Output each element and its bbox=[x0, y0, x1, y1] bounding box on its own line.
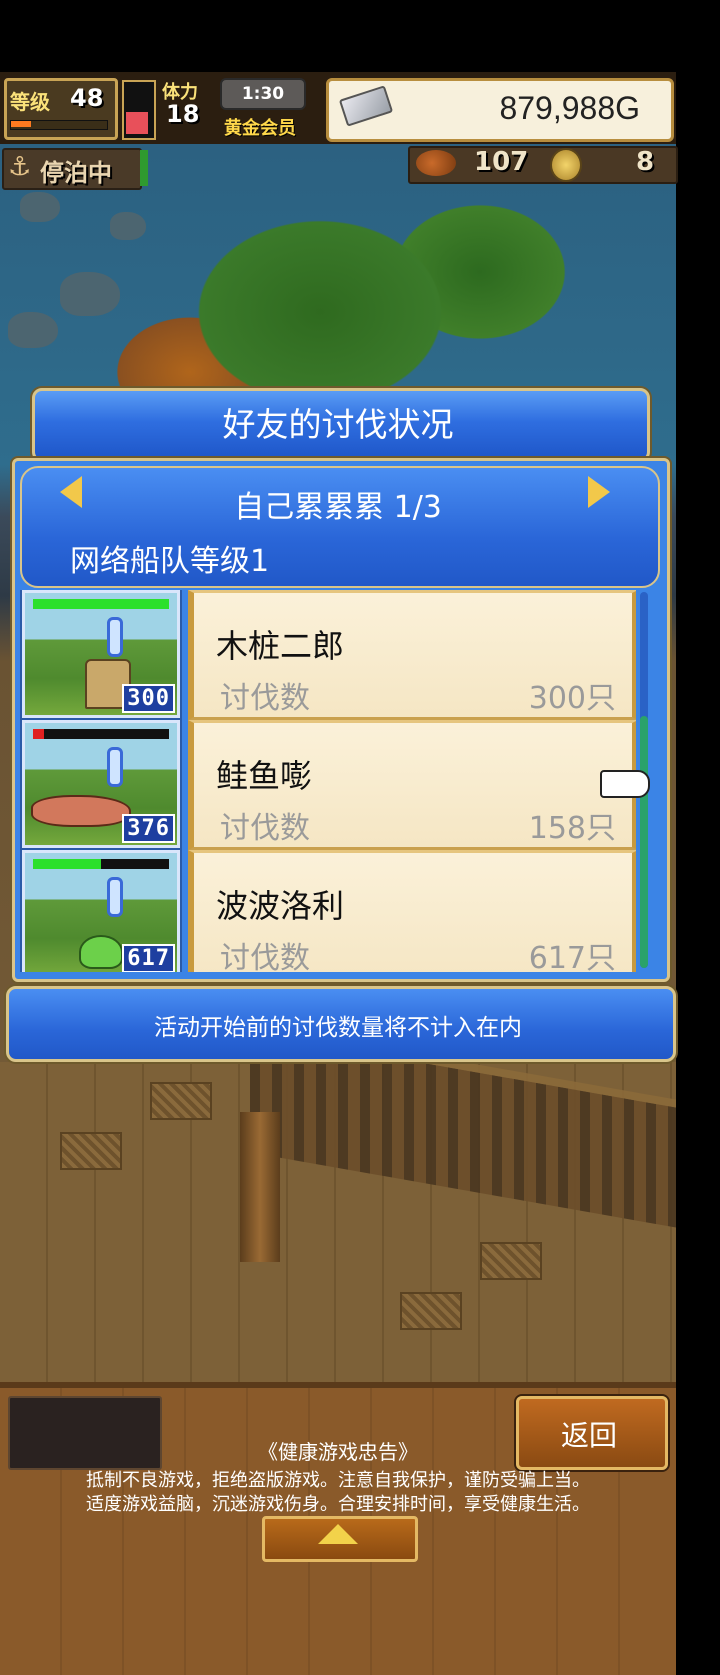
monster-name: 木桩二郎 bbox=[216, 627, 345, 665]
subjugation-list[interactable]: 300 木桩二郎 讨伐数 300只 376 鲑鱼嘭 讨伐数 158只 617 波… bbox=[20, 590, 636, 972]
monster-card: 波波洛利 讨伐数 617只 bbox=[188, 850, 636, 972]
monster-name: 鲑鱼嘭 bbox=[216, 757, 313, 795]
coin-icon bbox=[550, 148, 582, 182]
slime-monster-icon bbox=[79, 935, 123, 969]
deck-crate bbox=[400, 1292, 462, 1330]
subjugation-label: 讨伐数 bbox=[220, 941, 310, 972]
stamina-timer: 1:30 bbox=[220, 78, 306, 110]
list-item[interactable]: 376 鲑鱼嘭 讨伐数 158只 bbox=[20, 720, 636, 850]
monster-thumbnail: 617 bbox=[22, 850, 180, 972]
salmon-monster-icon bbox=[31, 795, 131, 827]
rock bbox=[60, 272, 120, 316]
monster-card: 鲑鱼嘭 讨伐数 158只 bbox=[188, 720, 636, 850]
modal-title: 好友的讨伐状况 bbox=[222, 405, 454, 444]
monster-count-badge: 617 bbox=[122, 944, 175, 972]
list-item[interactable]: 300 木桩二郎 讨伐数 300只 bbox=[20, 590, 636, 720]
triangle-up-icon bbox=[318, 1524, 358, 1544]
stamina-value: 18 bbox=[166, 100, 200, 128]
subjugation-label: 讨伐数 bbox=[220, 681, 310, 716]
deck-crate bbox=[60, 1132, 122, 1170]
anchor-icon: ⚓ bbox=[8, 152, 32, 182]
list-scrollbar-thumb[interactable] bbox=[640, 716, 648, 968]
health-advice-line: 抵制不良游戏，拒绝盗版游戏。注意自我保护，谨防受骗上当。 bbox=[86, 1470, 590, 1491]
dock-indicator bbox=[140, 150, 148, 186]
food-count: 107 bbox=[474, 147, 529, 177]
hp-bar-fill bbox=[33, 859, 101, 869]
monster-name: 波波洛利 bbox=[216, 887, 345, 925]
fleet-level: 网络船队等级1 bbox=[70, 544, 270, 579]
stamina-gauge-fill bbox=[126, 112, 148, 134]
rock bbox=[110, 212, 146, 240]
exclamation-icon bbox=[107, 617, 123, 657]
monster-thumbnail: 300 bbox=[22, 590, 180, 718]
monster-count-badge: 376 bbox=[122, 814, 175, 843]
gold-member-badge[interactable]: 黄金会员 bbox=[224, 114, 296, 140]
notice-text: 活动开始前的讨伐数量将不计入在内 bbox=[154, 1015, 522, 1041]
level-label: 等级 bbox=[10, 90, 50, 114]
health-advice-line: 适度游戏益脑，沉迷游戏伤身。合理安排时间，享受健康生活。 bbox=[86, 1494, 590, 1515]
coin-count: 8 bbox=[636, 147, 655, 177]
deck-crate bbox=[150, 1082, 212, 1120]
subjugation-count: 300只 bbox=[528, 681, 616, 716]
rock bbox=[20, 192, 60, 222]
friend-name: 自己累累累 1/3 bbox=[234, 490, 442, 525]
subjugation-count: 158只 bbox=[528, 811, 616, 846]
exp-bar-fill bbox=[11, 121, 31, 127]
subjugation-label: 讨伐数 bbox=[220, 811, 310, 846]
money-value: 879,988G bbox=[499, 90, 640, 126]
deck-crate bbox=[480, 1242, 542, 1280]
pointing-hand-icon bbox=[600, 770, 650, 798]
hp-bar-fill bbox=[33, 599, 169, 609]
monster-thumbnail: 376 bbox=[22, 720, 180, 848]
dock-status-text: 停泊中 bbox=[40, 159, 112, 187]
monster-count-badge: 300 bbox=[122, 684, 175, 713]
ship-mast bbox=[240, 1112, 280, 1262]
exclamation-icon bbox=[107, 877, 123, 917]
subjugation-count: 617只 bbox=[528, 941, 616, 972]
level-value: 48 bbox=[70, 84, 104, 112]
exclamation-icon bbox=[107, 747, 123, 787]
meat-icon bbox=[416, 150, 456, 176]
list-item[interactable]: 617 波波洛利 讨伐数 617只 bbox=[20, 850, 636, 972]
rock bbox=[8, 312, 58, 348]
hp-bar-fill bbox=[33, 729, 44, 739]
health-advice-title: 《健康游戏忠告》 bbox=[258, 1440, 418, 1464]
hp-bar bbox=[33, 729, 169, 739]
monster-card: 木桩二郎 讨伐数 300只 bbox=[188, 590, 636, 720]
